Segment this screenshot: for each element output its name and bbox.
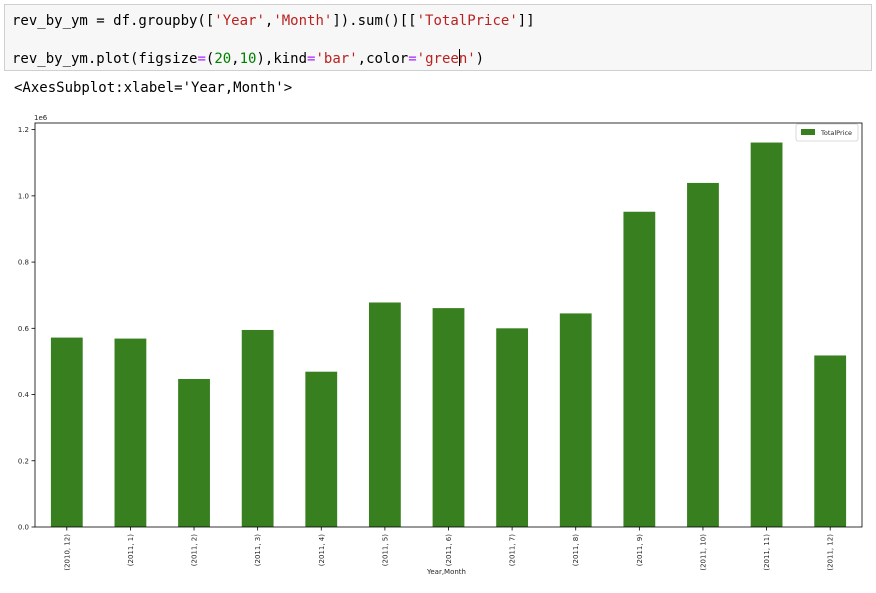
bar [305,371,338,527]
code-line-1: rev_by_ym = df.groupby(['Year','Month'])… [12,13,535,29]
bar [687,182,719,527]
code-number: 10 [239,51,257,67]
code-token: rev_by_ym = df.groupby([ [12,13,215,29]
x-tick-label: (2011, 5) [381,534,389,566]
code-string: n' [458,51,476,67]
y-tick-label: 1.0 [18,192,29,200]
bar-chart: 0.0 0.2 0.4 0.6 0.8 1.0 1.2 1e6 (2010, 12) (2011,… [18,114,863,576]
x-axis-label: Year,Month [426,568,466,576]
code-string: 'bar' [315,51,358,67]
y-tick-label: 0.6 [18,325,30,333]
x-tick-label: (2011, 8) [572,534,580,566]
y-tick-label: 0.0 [18,524,29,532]
legend-swatch [801,129,815,135]
bar [814,355,847,527]
code-string: 'Year' [214,13,265,29]
code-operator: = [197,51,206,67]
bar [496,328,529,527]
x-tick-label: (2010, 12) [63,534,71,571]
bar [623,211,656,527]
bar [114,338,147,527]
code-token: ),kind [256,51,308,67]
x-tick-label: (2011, 11) [763,534,771,571]
x-tick-label: (2011, 1) [127,534,135,566]
bar [368,302,401,527]
bar [432,308,465,527]
code-number: 20 [214,51,232,67]
code-token: ,color [357,51,409,67]
code-line-2: rev_by_ym.plot(figsize=(20,10),kind='bar… [12,49,484,67]
x-tick-label: (2011, 4) [318,534,326,566]
code-string: 'gree [416,51,459,67]
code-token: , [231,51,240,67]
bar [241,329,274,527]
y-tick-label: 1.2 [18,126,29,134]
bar [750,142,783,527]
bar [50,337,83,527]
y-tick-label: 0.8 [18,259,29,267]
code-token: ) [475,51,485,67]
code-string: 'TotalPrice' [416,13,518,29]
bar [559,313,592,527]
legend-label: TotalPrice [820,129,852,137]
plot-area: 0.0 0.2 0.4 0.6 0.8 1.0 1.2 1e6 (2010, 12) (2011,… [18,114,863,576]
x-tick-label: (2011, 9) [636,534,644,566]
x-tick-label: (2011, 7) [509,534,517,566]
code-string: 'Month' [273,13,333,29]
x-tick-label: (2011, 2) [191,534,199,566]
code-token: rev_by_ym.plot(figsize [12,51,198,67]
y-offset-label: 1e6 [34,114,48,122]
x-tick-label: (2011, 12) [827,534,835,571]
code-token: ]).sum()[[ [332,13,417,29]
x-tick-label: (2011, 3) [254,534,262,566]
y-tick-label: 0.2 [18,457,29,465]
code-operator: = [408,51,417,67]
code-cell[interactable]: rev_by_ym = df.groupby(['Year', 'Month'])… [4,4,872,71]
bar [178,378,210,527]
x-tick-label: (2011, 10) [699,534,707,571]
x-tick-label: (2011, 6) [445,534,453,566]
code-token: ]] [517,13,535,29]
y-tick-label: 0.4 [18,391,30,399]
cell-output-repr: <AxesSubplot:xlabel='Year,Month'> [14,80,293,96]
